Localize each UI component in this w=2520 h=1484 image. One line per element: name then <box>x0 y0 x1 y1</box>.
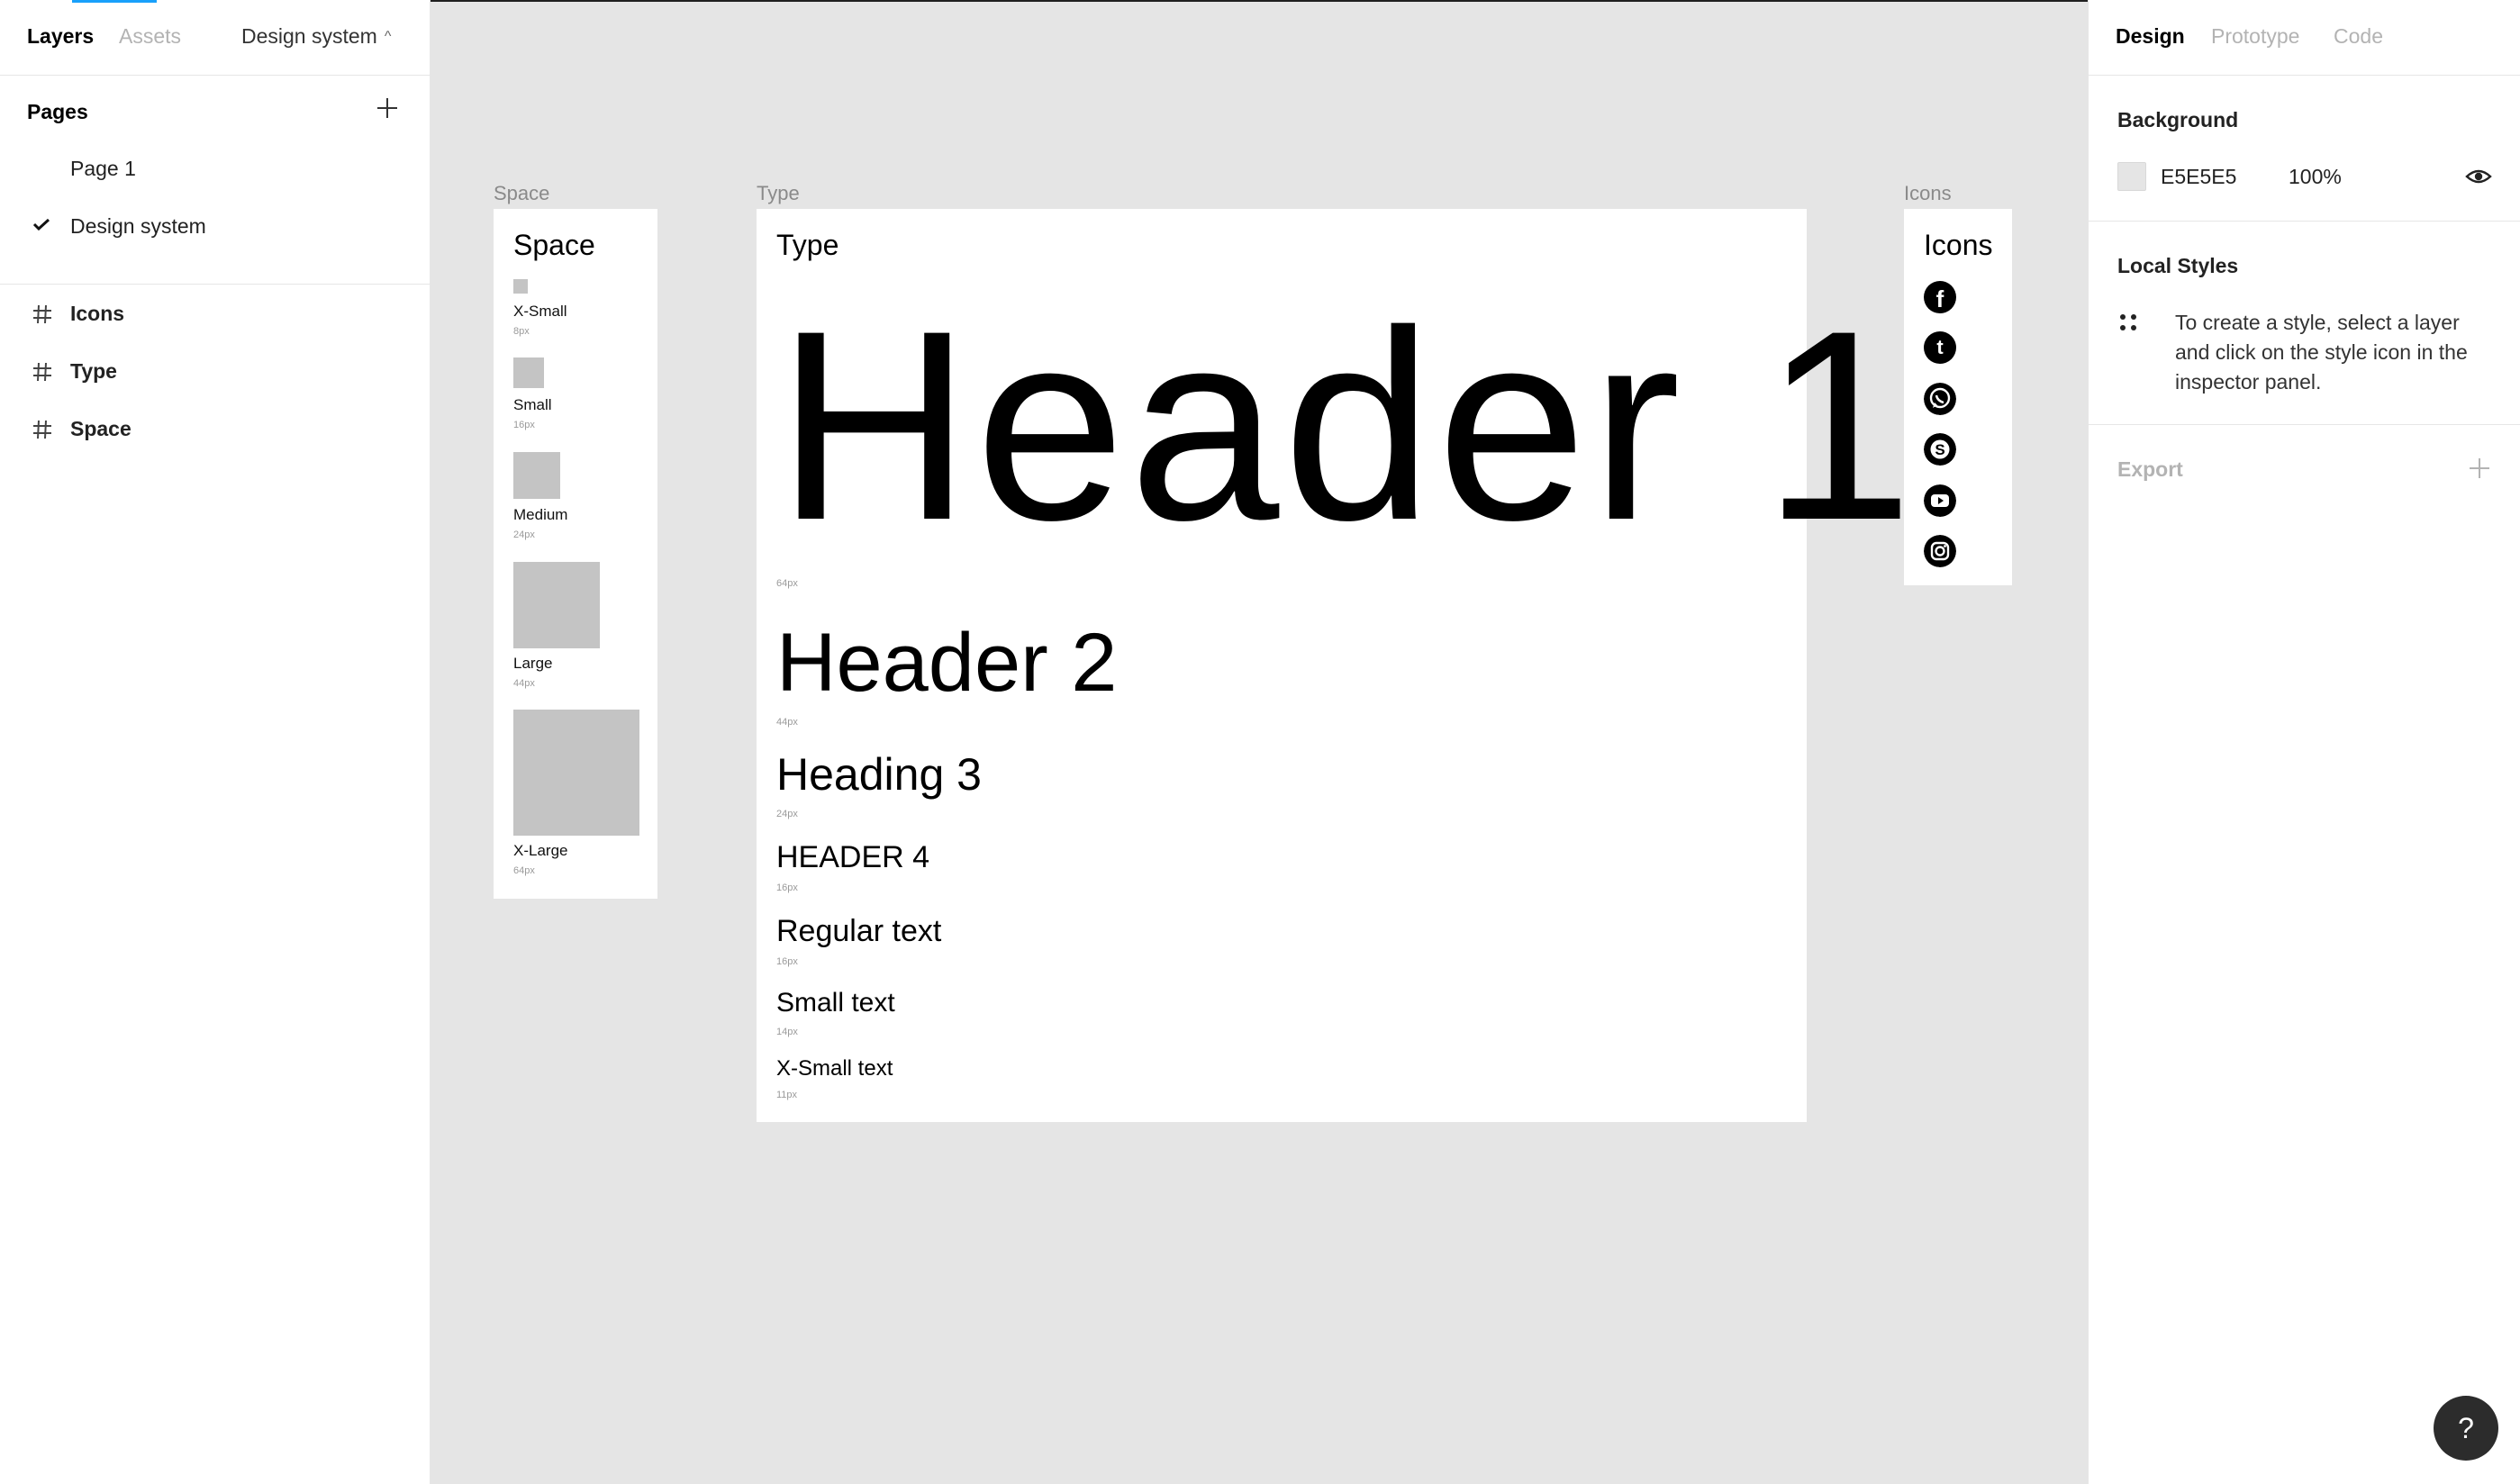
left-panel: Layers Assets Design system ^ Pages Page … <box>0 0 431 1484</box>
page-item-label: Design system <box>70 214 206 238</box>
chevron-up-icon: ^ <box>384 29 392 44</box>
skype-icon: S <box>1924 433 1956 466</box>
local-styles-hint: To create a style, select a layer and cl… <box>2175 311 2468 394</box>
background-opacity-input[interactable]: 100% <box>2289 165 2342 189</box>
space-value: 24px <box>513 529 535 540</box>
space-name: Medium <box>513 506 568 523</box>
type-sample-header-1: Header 1 <box>776 274 1917 576</box>
space-name: Large <box>513 655 553 672</box>
add-page-icon[interactable] <box>373 94 402 122</box>
page-item-label: Page 1 <box>70 157 136 180</box>
space-value: 64px <box>513 865 535 876</box>
space-swatch-large <box>513 562 600 648</box>
type-size-label: 44px <box>776 717 798 728</box>
layer-item-space[interactable]: Space <box>0 405 431 452</box>
space-name: Small <box>513 396 552 413</box>
space-frame[interactable]: Space X-Small 8px Small 16px Medium 24px… <box>494 209 657 899</box>
frame-hash-icon <box>33 362 51 382</box>
right-panel: Design Prototype Code Background E5E5E5 … <box>2088 0 2520 1484</box>
styles-icon <box>2120 314 2136 330</box>
pages-section: Pages Page 1 Design system <box>0 76 431 285</box>
type-size-label: 64px <box>776 578 798 589</box>
page-dropdown[interactable]: Design system ^ <box>241 24 391 49</box>
frame-title: Icons <box>1924 229 1993 261</box>
add-export-icon[interactable] <box>2465 454 2494 483</box>
space-swatch-x-small <box>513 279 528 294</box>
local-styles-title: Local Styles <box>2117 254 2239 277</box>
icons-frame[interactable]: Icons f t S <box>1904 209 2012 585</box>
space-name: X-Large <box>513 842 568 859</box>
youtube-icon <box>1924 484 1956 517</box>
type-sample-header-2: Header 2 <box>776 617 1118 709</box>
space-name: X-Small <box>513 303 567 320</box>
tumblr-icon: t <box>1924 331 1956 364</box>
layer-item-label: Space <box>70 417 131 440</box>
space-value: 44px <box>513 678 535 689</box>
frame-title: Type <box>776 229 839 261</box>
space-swatch-small <box>513 357 544 388</box>
layer-item-label: Type <box>70 359 117 383</box>
space-swatch-x-large <box>513 710 639 836</box>
frame-label-space[interactable]: Space <box>494 182 549 205</box>
type-sample-header-4: HEADER 4 <box>776 840 930 874</box>
layer-item-type[interactable]: Type <box>0 348 431 394</box>
type-sample-heading-3: Heading 3 <box>776 749 982 800</box>
type-sample-x-small: X-Small text <box>776 1056 893 1081</box>
tab-prototype[interactable]: Prototype <box>2211 24 2299 49</box>
eye-icon[interactable] <box>2465 166 2492 187</box>
left-panel-tabs: Layers Assets Design system ^ <box>0 0 431 76</box>
type-size-label: 16px <box>776 956 798 967</box>
frame-label-icons[interactable]: Icons <box>1904 182 1952 205</box>
layer-item-icons[interactable]: Icons <box>0 290 431 337</box>
checkmark-icon <box>32 218 50 231</box>
background-swatch[interactable] <box>2117 162 2146 191</box>
page-item-page-1[interactable]: Page 1 <box>0 146 431 191</box>
local-styles-section: Local Styles To create a style, select a… <box>2089 222 2520 425</box>
background-title: Background <box>2117 108 2239 131</box>
export-section: Export <box>2089 425 2520 490</box>
page-dropdown-label: Design system <box>241 24 377 48</box>
type-sample-small: Small text <box>776 988 895 1018</box>
tab-design[interactable]: Design <box>2116 24 2185 49</box>
space-value: 8px <box>513 326 530 337</box>
layer-item-label: Icons <box>70 302 125 325</box>
tab-layers[interactable]: Layers <box>27 24 94 49</box>
space-swatch-medium <box>513 452 560 499</box>
frame-hash-icon <box>33 304 51 324</box>
pages-title: Pages <box>27 100 88 123</box>
svg-text:S: S <box>1935 441 1944 458</box>
type-size-label: 24px <box>776 809 798 819</box>
right-panel-tabs: Design Prototype Code <box>2089 0 2520 76</box>
help-button[interactable]: ? <box>2434 1396 2498 1461</box>
type-size-label: 11px <box>776 1090 798 1100</box>
background-hex-input[interactable]: E5E5E5 <box>2161 165 2236 189</box>
instagram-icon <box>1924 535 1956 567</box>
tab-assets[interactable]: Assets <box>119 24 181 49</box>
frame-label-type[interactable]: Type <box>757 182 800 205</box>
export-title: Export <box>2117 457 2183 481</box>
type-sample-regular: Regular text <box>776 914 942 948</box>
type-frame[interactable]: Type Header 1 64px Header 2 44px Heading… <box>757 209 1913 1122</box>
tab-code[interactable]: Code <box>2334 24 2383 49</box>
whatsapp-icon <box>1924 383 1956 415</box>
space-value: 16px <box>513 420 535 430</box>
type-size-label: 16px <box>776 882 798 893</box>
frame-hash-icon <box>33 420 51 439</box>
type-size-label: 14px <box>776 1027 798 1037</box>
page-item-design-system[interactable]: Design system <box>0 204 431 249</box>
facebook-icon: f <box>1924 281 1956 313</box>
background-section: Background E5E5E5 100% <box>2089 76 2520 222</box>
frame-title: Space <box>513 229 595 261</box>
